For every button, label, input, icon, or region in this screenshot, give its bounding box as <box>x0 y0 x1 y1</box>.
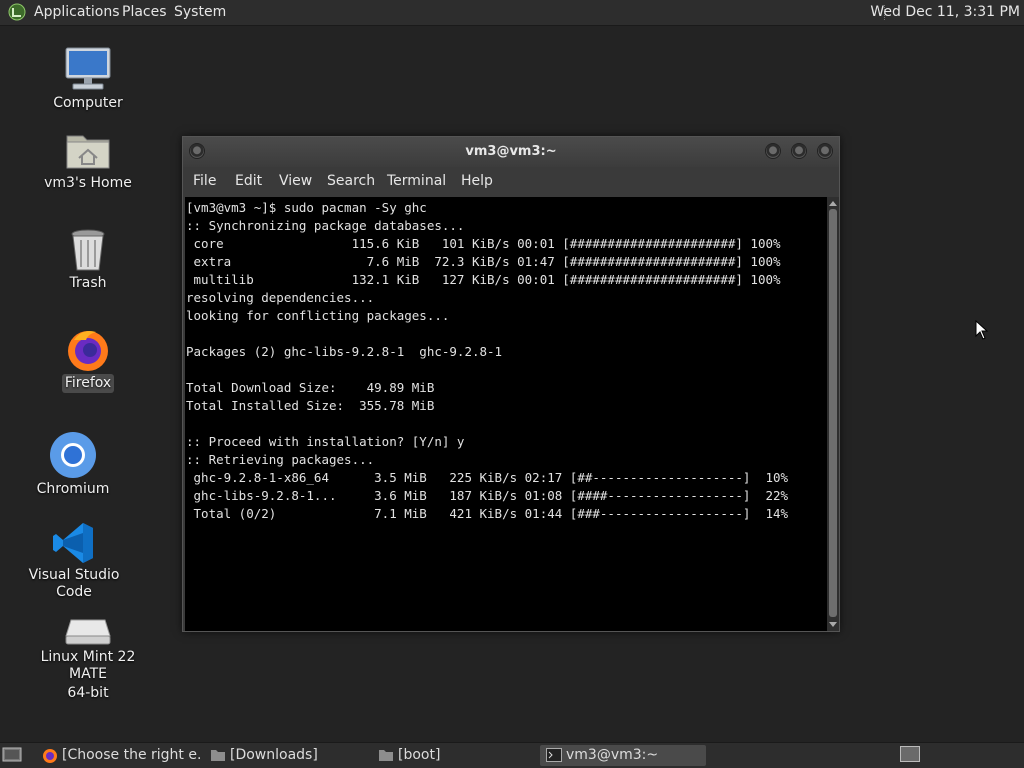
desktop-icon-firefox[interactable]: Firefox <box>48 326 128 393</box>
taskbar-item-active[interactable]: vm3@vm3:~ <box>540 745 706 766</box>
desktop-icon-label: 64-bit <box>67 685 109 701</box>
desktop-icon-label: Chromium <box>36 481 110 497</box>
firefox-icon <box>43 749 57 763</box>
mouse-cursor-icon <box>975 320 989 340</box>
desktop-icon-label: Firefox <box>61 374 115 393</box>
terminal-area[interactable]: [vm3@vm3 ~]$ sudo pacman -Sy ghc :: Sync… <box>185 197 827 631</box>
scrollbar[interactable] <box>827 197 839 631</box>
home-folder-icon <box>66 135 110 169</box>
terminal-menubar: File Edit View Search Terminal Help <box>183 169 839 195</box>
bottom-panel: [Choose the right e... [Downloads] [boot… <box>0 742 1024 768</box>
desktop-icon-label: Visual Studio Code <box>28 567 120 600</box>
desktop-icon-chromium[interactable]: Chromium <box>28 430 118 499</box>
scrollbar-thumb[interactable] <box>829 209 837 617</box>
folder-icon <box>379 750 393 761</box>
desktop-icon-label: Computer <box>53 95 123 111</box>
chromium-icon <box>50 432 96 478</box>
taskbar-item-label: [Choose the right e... <box>62 747 200 763</box>
desktop-icon-disc[interactable]: Linux Mint 22 MATE 64-bit <box>20 614 156 703</box>
places-menu[interactable]: Places <box>122 4 167 20</box>
taskbar-item-label: [boot] <box>398 747 441 763</box>
trash-icon <box>71 229 105 271</box>
taskbar-item[interactable]: [boot] <box>372 745 536 766</box>
minimize-button[interactable] <box>765 143 781 159</box>
system-menu[interactable]: System <box>174 4 226 20</box>
mate-menu-icon[interactable] <box>8 3 26 21</box>
desktop-icon-home[interactable]: vm3's Home <box>36 126 140 193</box>
clock[interactable]: Wed Dec 11, 3:31 PM <box>870 4 1020 20</box>
menu-terminal[interactable]: Terminal <box>387 173 446 189</box>
desktop-icon-vscode[interactable]: Visual Studio Code <box>14 520 134 602</box>
title-bar[interactable]: vm3@vm3:~ <box>183 137 839 167</box>
terminal-window[interactable]: vm3@vm3:~ File Edit View Search Terminal… <box>182 136 840 632</box>
taskbar-item[interactable]: [Downloads] <box>204 745 368 766</box>
desktop-icon-computer[interactable]: Computer <box>40 44 136 113</box>
desktop-icon-label: vm3's Home <box>44 175 132 191</box>
terminal-icon <box>546 748 562 762</box>
scroll-down-arrow[interactable] <box>829 622 837 627</box>
terminal-output: [vm3@vm3 ~]$ sudo pacman -Sy ghc :: Sync… <box>186 200 789 521</box>
disc-drive-icon <box>65 619 111 645</box>
top-panel: Applications Places System Wed Dec 11, 3… <box>0 0 1024 26</box>
taskbar-item-label: [Downloads] <box>230 747 318 763</box>
firefox-icon <box>68 331 108 371</box>
menu-search[interactable]: Search <box>327 173 375 189</box>
desktop-icon-label: Linux Mint 22 MATE <box>40 649 136 682</box>
menu-help[interactable]: Help <box>461 173 493 189</box>
computer-icon <box>65 47 111 90</box>
desktop-icon-label: Trash <box>69 275 107 291</box>
folder-icon <box>211 750 225 761</box>
menu-view[interactable]: View <box>279 173 312 189</box>
menu-edit[interactable]: Edit <box>235 173 262 189</box>
taskbar-item-label: vm3@vm3:~ <box>566 747 659 763</box>
applications-menu[interactable]: Applications <box>34 4 120 20</box>
desktop-icon-trash[interactable]: Trash <box>48 226 128 293</box>
taskbar-item[interactable]: [Choose the right e... <box>36 745 200 766</box>
menu-file[interactable]: File <box>193 173 216 189</box>
vscode-icon <box>53 523 93 563</box>
close-button[interactable] <box>817 143 833 159</box>
workspace-switcher[interactable] <box>900 746 920 762</box>
show-desktop-icon[interactable] <box>2 746 22 764</box>
scroll-up-arrow[interactable] <box>829 201 837 206</box>
window-title: vm3@vm3:~ <box>465 144 557 159</box>
maximize-button[interactable] <box>791 143 807 159</box>
